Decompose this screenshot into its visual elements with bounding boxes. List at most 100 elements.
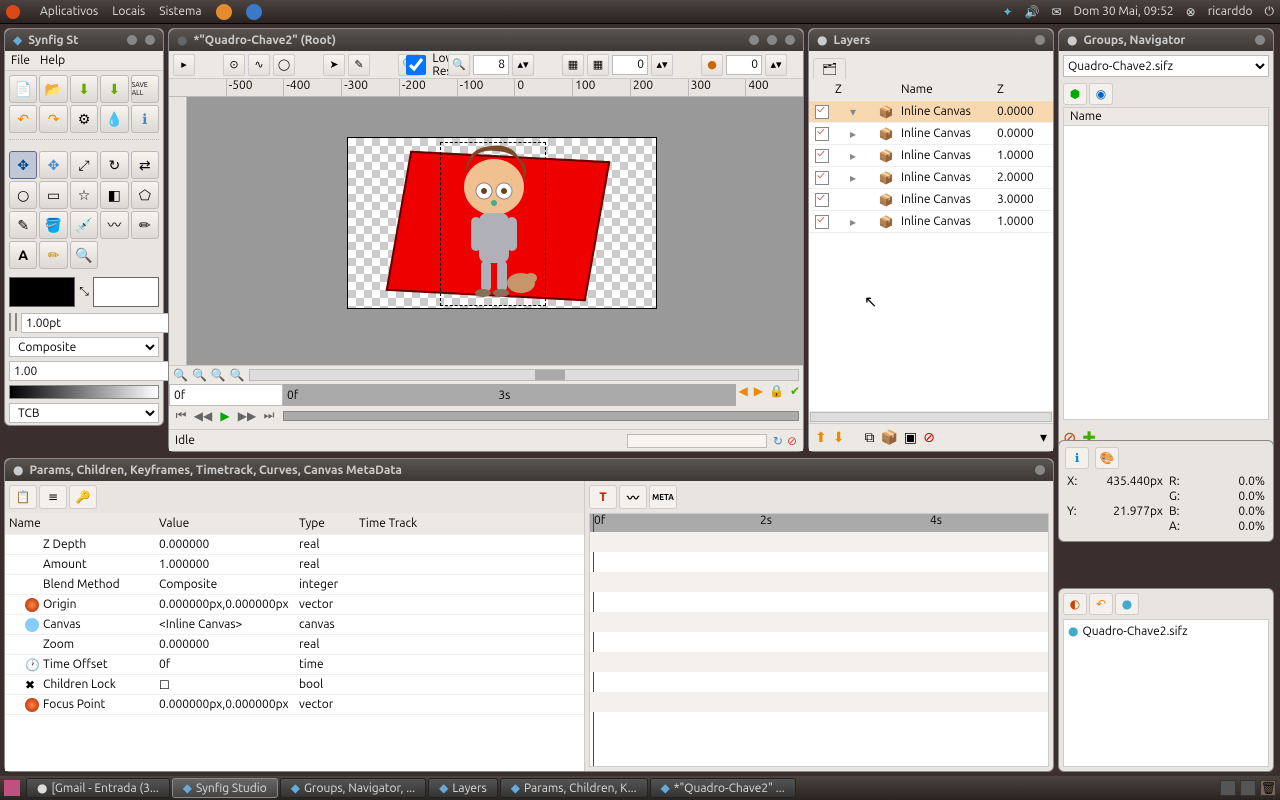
save-as-icon[interactable]: ⬇ [100,75,128,103]
groups-tree[interactable]: Name [1063,107,1269,420]
outline-color[interactable] [9,277,75,307]
seek-fwd-icon[interactable]: ▶ [751,384,766,406]
nav-tab1-icon[interactable]: ◐ [1063,593,1087,615]
play-icon[interactable]: ▶ [217,408,233,424]
param-row[interactable]: Z Depth0.000000real [5,535,584,555]
timetrack[interactable]: 0f2s4s [589,513,1049,767]
redo-icon[interactable]: ↷ [39,105,67,133]
grid-show-icon[interactable]: ▦ [562,54,584,76]
trash-icon[interactable]: 🗑 [1260,780,1276,796]
fill-tool[interactable]: 🪣 [39,211,67,239]
transform-tool[interactable]: ✥ [9,151,37,179]
menu-applications[interactable]: Aplicativos [40,5,98,18]
user-session-icon[interactable]: ⊗ [1186,5,1196,19]
maximize-icon[interactable] [767,35,777,45]
save-all-icon[interactable]: SAVE ALL [131,75,159,103]
swap-colors-icon[interactable]: ⤡ [79,285,89,299]
taskbar-item[interactable]: ●[Gmail - Entrada (3... [26,778,170,798]
param-row[interactable]: Focus Point0.000000px,0.000000pxvector [5,695,584,715]
zoom-in-icon[interactable]: 🔍 [230,368,245,382]
zoom-out-icon[interactable]: 🔍 [173,368,188,382]
layers-hscroll[interactable] [810,412,1052,422]
fill-color[interactable] [93,277,159,307]
user-name[interactable]: ricarddo [1208,5,1253,18]
rotate-tool[interactable]: ↻ [100,151,128,179]
help-icon[interactable] [246,4,262,20]
tool2-icon[interactable]: ∿ [248,54,270,76]
nav-tab2-icon[interactable]: ↶ [1089,593,1113,615]
seek-end-icon[interactable]: ⏭ [261,408,277,424]
tool5-icon[interactable]: ✎ [348,54,370,76]
canvas-list[interactable]: ●Quadro-Chave2.sifz [1063,619,1269,767]
seek-back-icon[interactable]: ◀ [736,384,751,406]
small-black-swatch[interactable] [9,313,11,331]
small-white-swatch[interactable] [15,313,17,331]
lowres-zoom-icon[interactable]: 🔍 [448,54,470,76]
layer-row[interactable]: ▾📦Inline Canvas0.0000 [809,101,1053,123]
interp-select[interactable]: TCB [9,403,159,423]
select-all-icon[interactable]: ▣ [904,429,917,446]
keyframes-tab-icon[interactable]: 🔑 [69,485,97,509]
settings-icon[interactable]: ⚙ [70,105,98,133]
param-row[interactable]: Zoom0.000000real [5,635,584,655]
new-file-icon[interactable]: 📄 [9,75,37,103]
param-row[interactable]: Origin0.000000px,0.000000pxvector [5,595,584,615]
onion-icon[interactable]: ● [701,54,723,76]
grid-spin-icon[interactable]: ▴▾ [651,54,673,76]
clock[interactable]: Dom 30 Mai, 09:52 [1074,5,1174,18]
caret-menu-icon[interactable]: ▸ [173,54,195,76]
seek-start-icon[interactable]: ⏮ [173,408,189,424]
visibility-checkbox[interactable] [815,193,829,207]
visibility-checkbox[interactable] [815,215,829,229]
navigator-tab-icon[interactable]: ◉ [1089,83,1113,105]
close-icon[interactable] [1035,465,1045,475]
taskbar-item[interactable]: ◆*"Quadro-Chave2" ... [650,778,796,798]
text-tool[interactable]: A [9,241,37,269]
metadata-tab-icon[interactable]: META [649,485,677,509]
star-tool[interactable]: ☆ [70,181,98,209]
groups-tab-icon[interactable]: ⬢ [1063,83,1087,105]
param-row[interactable]: 🕐Time Offset0ftime [5,655,584,675]
close-icon[interactable] [145,35,155,45]
layer-row[interactable]: ▸📦Inline Canvas1.0000 [809,211,1053,233]
volume-icon[interactable]: 🔊 [1025,5,1040,19]
raise-layer-icon[interactable]: ⬆ [815,429,827,446]
bline-tool[interactable]: ✎ [9,211,37,239]
stroke-width-input[interactable] [21,313,186,333]
taskbar-item[interactable]: ◆Layers [428,778,498,798]
menu-system[interactable]: Sistema [159,5,201,18]
params-tab-icon[interactable]: 📋 [9,485,37,509]
width-tool[interactable]: ✏ [131,211,159,239]
param-row[interactable]: Canvas<Inline Canvas>canvas [5,615,584,635]
seek-next-icon[interactable]: ▶▶ [239,408,255,424]
onion-value[interactable] [726,55,762,75]
render-icon[interactable]: 💧 [100,105,128,133]
param-row[interactable]: Amount1.000000real [5,555,584,575]
tool1-icon[interactable]: ⊙ [223,54,245,76]
children-tab-icon[interactable]: ≡ [39,485,67,509]
zoom-tool[interactable]: 🔍 [70,241,98,269]
firefox-icon[interactable] [216,4,232,20]
visibility-checkbox[interactable] [815,171,829,185]
palette-tab-icon[interactable]: 🎨 [1095,447,1119,469]
blend-select[interactable]: Composite [9,337,159,357]
group-layer-icon[interactable]: 📦 [880,429,897,446]
cancel-icon[interactable]: ⊘ [787,434,797,448]
seek-prev-icon[interactable]: ◀◀ [195,408,211,424]
move-tool[interactable]: ✥ [39,151,67,179]
taskbar-item[interactable]: ◆Groups, Navigator, ... [280,778,426,798]
close-icon[interactable] [785,35,795,45]
undo-icon[interactable]: ↶ [9,105,37,133]
about-icon[interactable]: ℹ [131,105,159,133]
time-scrollbar[interactable] [283,411,799,421]
scale-tool[interactable]: ⤢ [70,151,98,179]
draw-tool[interactable]: ✏ [39,241,67,269]
workspace-2[interactable] [1240,780,1256,796]
canvas-viewport[interactable] [187,97,803,365]
zoom-fit-icon[interactable]: 🔍 [211,368,226,382]
lowres-checkbox[interactable] [403,55,429,75]
taskbar-item[interactable]: ◆Synfig Studio [172,778,278,798]
list-item[interactable]: ●Quadro-Chave2.sifz [1068,624,1264,638]
lowres-value[interactable] [473,55,509,75]
rectangle-tool[interactable]: ▭ [39,181,67,209]
